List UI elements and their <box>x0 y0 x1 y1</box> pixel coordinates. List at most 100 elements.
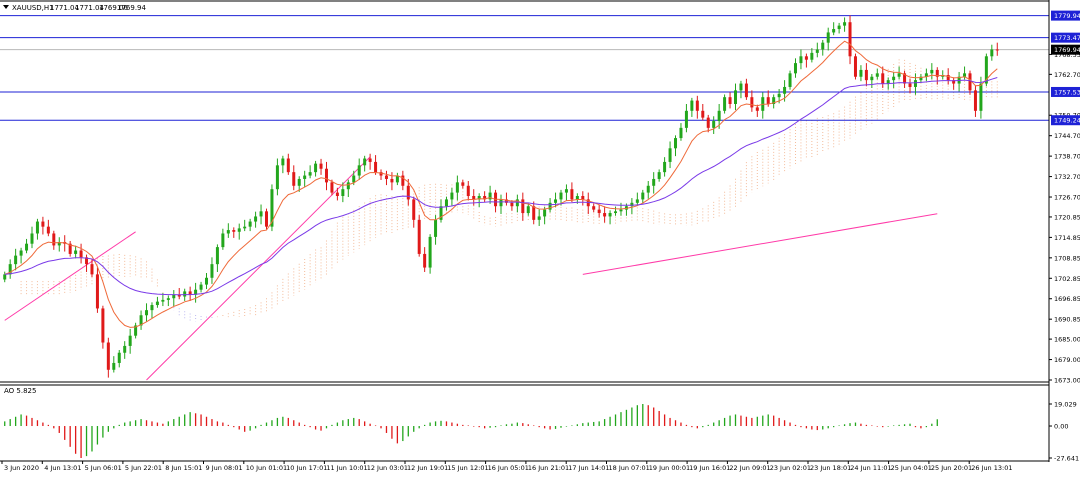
bear-candle <box>95 274 99 309</box>
bull-candle <box>799 56 803 64</box>
ao-tick-label: 0.00 <box>1054 423 1068 431</box>
bull-candle <box>526 206 530 214</box>
bear-candle <box>319 163 323 169</box>
bull-candle <box>788 73 792 87</box>
bull-candle <box>963 73 967 77</box>
bull-candle <box>215 247 219 265</box>
time-tick-label: 11 Jun 10:01 <box>326 464 367 472</box>
bull-candle <box>259 211 263 217</box>
bear-candle <box>973 90 977 111</box>
bull-candle <box>308 172 312 176</box>
bear-candle <box>908 83 912 87</box>
bull-candle <box>254 216 258 222</box>
time-tick-label: 22 Jun 09:01 <box>729 464 770 472</box>
bull-candle <box>123 345 127 353</box>
bull-candle <box>297 178 301 186</box>
bull-candle <box>112 362 116 370</box>
bull-candle <box>832 29 836 33</box>
bull-candle <box>734 90 738 104</box>
bear-candle <box>374 161 378 173</box>
bull-candle <box>150 305 154 311</box>
bull-candle <box>826 32 830 43</box>
bull-candle <box>554 199 558 203</box>
bull-candle <box>450 192 454 200</box>
price-tick-label: 1738.70 <box>1054 153 1080 161</box>
bull-candle <box>793 63 797 74</box>
bull-candle <box>30 233 34 244</box>
bull-candle <box>537 216 541 220</box>
bear-candle <box>330 182 334 193</box>
time-tick-label: 9 Jun 08:01 <box>206 464 243 472</box>
bull-candle <box>117 352 121 363</box>
bear-candle <box>744 83 748 98</box>
time-tick-label: 18 Jun 07:01 <box>609 464 650 472</box>
bear-candle <box>264 211 268 227</box>
bull-candle <box>875 73 879 77</box>
bear-candle <box>292 172 296 186</box>
bull-candle <box>155 301 159 306</box>
price-tick-label: 1685.00 <box>1054 336 1080 344</box>
bull-candle <box>35 221 39 234</box>
bear-candle <box>853 56 857 77</box>
ao-label: AO 5.825 <box>4 387 36 395</box>
time-tick-label: 16 Jun 21:01 <box>528 464 569 472</box>
bull-candle <box>455 182 459 193</box>
bull-candle <box>281 158 285 166</box>
bear-candle <box>423 253 427 268</box>
bear-candle <box>597 209 601 214</box>
bull-candle <box>303 175 307 179</box>
bear-candle <box>881 73 885 84</box>
price-tick-label: 1679.00 <box>1054 356 1080 364</box>
price-tick-label: 1708.85 <box>1054 254 1080 262</box>
bull-candle <box>248 221 252 227</box>
bull-candle <box>357 165 361 176</box>
bull-candle <box>663 161 667 173</box>
bear-candle <box>232 230 236 232</box>
bull-candle <box>145 310 149 316</box>
bear-candle <box>106 342 110 370</box>
bull-candle <box>221 233 225 248</box>
bull-candle <box>434 219 438 237</box>
bull-candle <box>913 80 917 87</box>
bear-candle <box>750 97 754 108</box>
bull-candle <box>3 274 7 280</box>
bear-candle <box>592 206 596 210</box>
bear-candle <box>864 69 868 81</box>
bear-candle <box>368 158 372 162</box>
bear-candle <box>41 221 45 227</box>
price-tick-label: 1673.00 <box>1054 377 1080 385</box>
bear-candle <box>581 196 585 200</box>
price-marker-label: 1769.94 <box>1054 46 1080 54</box>
bear-candle <box>755 107 759 111</box>
bull-candle <box>341 189 345 196</box>
bear-candle <box>52 233 56 246</box>
bull-candle <box>237 228 241 232</box>
bull-candle <box>712 121 716 128</box>
bull-candle <box>810 52 814 60</box>
bear-candle <box>728 97 732 104</box>
bull-candle <box>346 182 350 190</box>
bull-candle <box>205 277 209 285</box>
bear-candle <box>706 117 710 128</box>
bull-candle <box>930 69 934 74</box>
price-marker-label: 1749.24 <box>1054 117 1080 125</box>
bull-candle <box>837 25 841 30</box>
time-tick-label: 5 Jun 22:01 <box>125 464 162 472</box>
bull-candle <box>717 110 721 122</box>
bull-candle <box>668 148 672 162</box>
bull-candle <box>777 93 781 98</box>
time-tick-label: 19 Jun 16:01 <box>689 464 730 472</box>
bear-candle <box>335 192 339 196</box>
bear-candle <box>406 185 410 200</box>
bear-candle <box>90 264 94 275</box>
bull-candle <box>548 202 552 210</box>
symbol-label: XAUUSD,H1 <box>12 4 54 12</box>
bear-candle <box>510 202 514 207</box>
bull-candle <box>652 178 656 186</box>
time-tick-label: 10 Jun 17:01 <box>286 464 327 472</box>
bear-candle <box>390 178 394 183</box>
bear-candle <box>968 73 972 91</box>
bull-candle <box>815 49 819 53</box>
bear-candle <box>417 219 421 254</box>
bull-candle <box>821 42 825 50</box>
